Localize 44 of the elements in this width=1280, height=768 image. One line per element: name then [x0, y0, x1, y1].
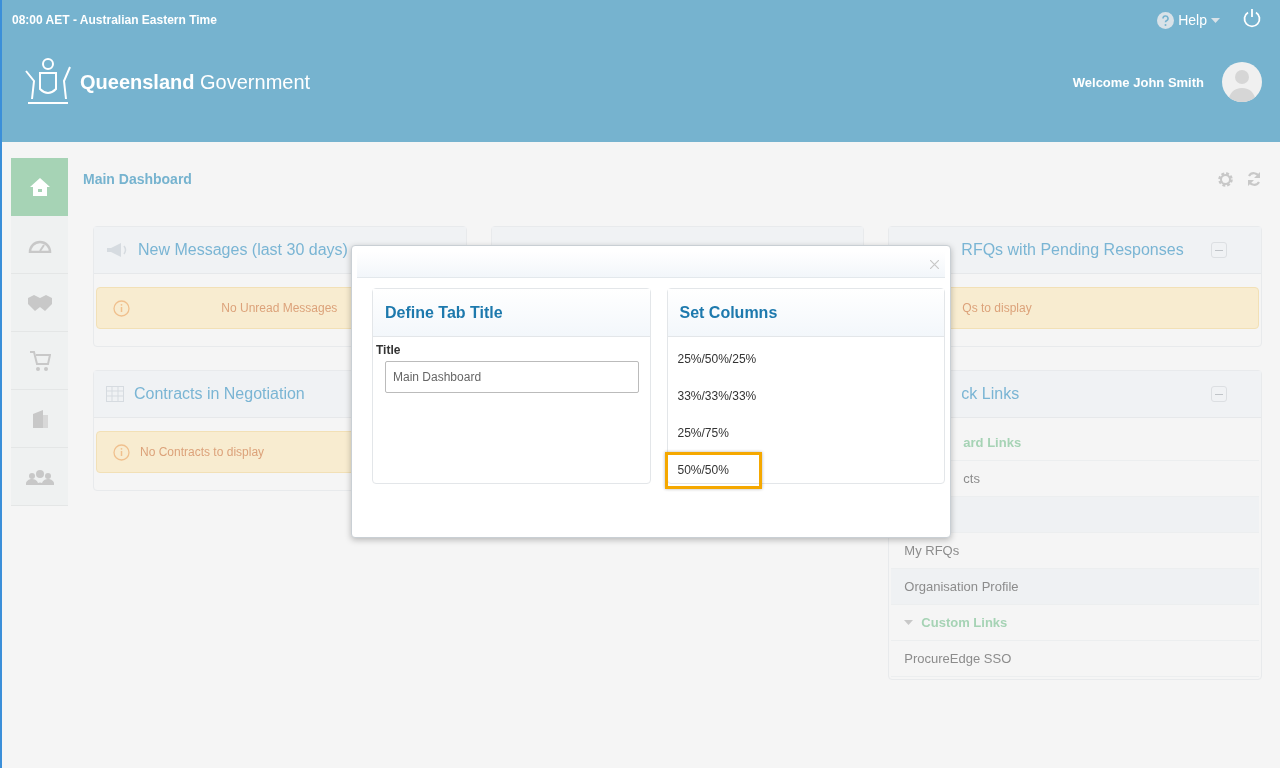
message-text: No Unread Messages [221, 301, 338, 315]
close-icon[interactable] [930, 259, 939, 269]
info-icon [113, 299, 130, 317]
grid-icon [106, 386, 124, 402]
panel-title: Contracts in Negotiation [134, 385, 305, 403]
home-icon [28, 177, 51, 197]
caret-icon [1211, 17, 1220, 23]
field-label: Title [376, 343, 401, 357]
megaphone-icon [106, 242, 128, 258]
building-icon [30, 408, 49, 429]
column-layout-option[interactable]: 25%/75% [664, 415, 762, 452]
quick-link[interactable]: cts [963, 471, 980, 486]
refresh-icon[interactable] [1246, 170, 1262, 187]
avatar[interactable] [1222, 62, 1262, 102]
caret-icon[interactable] [904, 620, 914, 625]
cart-icon [28, 349, 51, 372]
quick-link[interactable]: ProcureEdge SSO [904, 651, 1012, 666]
page-title[interactable]: Main Dashboard [83, 171, 192, 187]
power-icon[interactable] [1242, 8, 1262, 28]
help-icon [1157, 11, 1175, 29]
help-menu[interactable]: Help [1157, 11, 1220, 29]
coat-of-arms-logo [22, 57, 74, 107]
column-layout-option[interactable]: 33%/33%/33% [664, 378, 790, 415]
card-title: Set Columns [679, 303, 778, 322]
info-icon [113, 443, 130, 461]
message-text: No Contracts to display [140, 445, 265, 459]
message-text: Qs to display [962, 301, 1032, 315]
sidebar-item[interactable] [11, 158, 68, 216]
card-title: Define Tab Title [385, 303, 503, 322]
panel-title: RFQs with Pending Responses [961, 241, 1184, 259]
people-icon [25, 468, 54, 485]
settings-icon[interactable] [1217, 170, 1234, 188]
timezone-label: 08:00 AET - Australian Eastern Time [12, 13, 217, 27]
quick-link[interactable]: Organisation Profile [904, 579, 1019, 594]
panel-title: New Messages (last 30 days) [138, 241, 348, 259]
panel-title: ck Links [961, 385, 1020, 403]
title-field[interactable]: Main Dashboard [385, 361, 639, 393]
minimize-button[interactable] [1211, 242, 1227, 258]
logo-wordmark: Queensland Government [80, 70, 311, 94]
minimize-button[interactable] [1211, 386, 1227, 402]
quick-link[interactable]: My RFQs [904, 543, 960, 558]
column-layout-option[interactable]: 50%/50% [664, 452, 762, 489]
welcome-message: Welcome John Smith [1072, 74, 1204, 90]
column-layout-option[interactable]: 25%/50%/25% [664, 341, 790, 378]
